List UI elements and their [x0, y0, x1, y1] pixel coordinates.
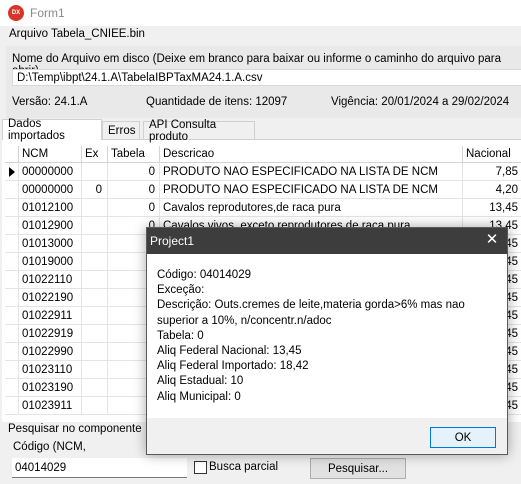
codigo-label: Código (NCM, — [13, 441, 86, 453]
dialog-line: Aliq Municipal: 0 — [157, 390, 241, 403]
row-indicator-cell — [5, 379, 19, 397]
cell-descricao[interactable]: Cavalos reprodutores,de raca pura — [160, 199, 463, 217]
cell-ncm[interactable]: 01022911 — [19, 307, 82, 325]
dialog-line: Aliq Federal Importado: 18,42 — [157, 360, 309, 373]
dialog-line: Código: 04014029 — [157, 269, 251, 281]
dialog-line: Aliq Estadual: 10 — [157, 375, 244, 388]
tab-erros[interactable]: Erros — [102, 121, 140, 139]
row-indicator-cell — [5, 163, 19, 181]
cell-ncm[interactable]: 01022990 — [19, 343, 82, 361]
cell-ex[interactable] — [82, 289, 108, 307]
column-header-descricao[interactable]: Descricao — [160, 146, 463, 163]
pesquisar-button[interactable]: Pesquisar... — [310, 458, 406, 479]
window-title: Form1 — [30, 6, 65, 20]
grid-corner — [5, 146, 19, 163]
cell-ex[interactable] — [82, 199, 108, 217]
cell-ex[interactable] — [82, 163, 108, 181]
cell-tabela[interactable]: 0 — [108, 199, 160, 217]
tab-dados-importados[interactable]: Dados importados — [2, 118, 102, 142]
row-indicator-cell — [5, 199, 19, 217]
cell-ncm[interactable]: 01022919 — [19, 325, 82, 343]
window-titlebar — [0, 0, 521, 26]
cell-ex[interactable] — [82, 253, 108, 271]
dialog-line: Aliq Federal Nacional: 13,45 — [157, 345, 302, 358]
dialog-message: Código: 04014029 Exceção: Descrição: Out… — [157, 268, 497, 405]
search-group-label: Pesquisar no componente — [8, 423, 142, 435]
table-row[interactable]: 01012100 0 Cavalos reprodutores,de raca pu… — [5, 199, 521, 217]
column-header-nacional[interactable]: Nacional — [463, 146, 521, 163]
dialog-line: Exceção: — [157, 284, 205, 297]
row-indicator-cell — [5, 307, 19, 325]
cell-nacional[interactable]: 4,20 — [463, 181, 521, 199]
row-indicator-cell — [5, 181, 19, 199]
cell-ncm[interactable]: 01022110 — [19, 271, 82, 289]
busca-parcial-checkbox[interactable] — [194, 461, 207, 474]
cell-ex[interactable] — [82, 325, 108, 343]
codigo-input[interactable] — [12, 458, 187, 478]
versao-label: Versão: 24.1.A — [12, 96, 88, 108]
row-indicator-cell — [5, 253, 19, 271]
cell-ex[interactable] — [82, 307, 108, 325]
column-header-ex[interactable]: Ex — [82, 146, 108, 163]
cell-ncm[interactable]: 01012900 — [19, 217, 82, 235]
cell-tabela[interactable]: 0 — [108, 163, 160, 181]
dialog-title: Project1 — [150, 234, 195, 248]
cell-ncm[interactable]: 01019000 — [19, 253, 82, 271]
cell-descricao[interactable]: PRODUTO NAO ESPECIFICADO NA LISTA DE NCM — [160, 163, 463, 181]
row-indicator-cell — [5, 325, 19, 343]
table-row[interactable]: 00000000 0 PRODUTO NAO ESPECIFICADO NA LIS… — [5, 163, 521, 181]
cell-ex[interactable] — [82, 235, 108, 253]
row-indicator-cell — [5, 289, 19, 307]
quantidade-label: Quantidade de itens: 12097 — [146, 96, 288, 108]
cell-ex[interactable] — [82, 361, 108, 379]
cell-ncm[interactable]: 01022190 — [19, 289, 82, 307]
cell-nacional[interactable]: 13,45 — [463, 199, 521, 217]
file-path-input[interactable] — [12, 69, 521, 86]
row-indicator-cell — [5, 235, 19, 253]
cell-tabela[interactable]: 0 — [108, 181, 160, 199]
cell-nacional[interactable]: 7,85 — [463, 163, 521, 181]
cell-ex[interactable] — [82, 397, 108, 415]
cell-ncm[interactable]: 01012100 — [19, 199, 82, 217]
current-row-icon — [9, 166, 15, 177]
cell-ncm[interactable]: 00000000 — [19, 181, 82, 199]
cell-ncm[interactable]: 00000000 — [19, 163, 82, 181]
table-row[interactable]: 00000000 0 0 PRODUTO NAO ESPECIFICADO NA LI… — [5, 181, 521, 199]
cell-ex[interactable]: 0 — [82, 181, 108, 199]
cell-ncm[interactable]: 01013000 — [19, 235, 82, 253]
column-header-ncm[interactable]: NCM — [19, 146, 82, 163]
column-header-tabela[interactable]: Tabela — [108, 146, 160, 163]
cell-ex[interactable] — [82, 217, 108, 235]
dialog-line: Tabela: 0 — [157, 329, 204, 342]
row-indicator-cell — [5, 343, 19, 361]
close-icon[interactable]: ✕ — [484, 231, 500, 248]
busca-parcial-label: Busca parcial — [209, 461, 279, 473]
app-icon: DX — [8, 5, 24, 21]
cell-ncm[interactable]: 01023110 — [19, 361, 82, 379]
row-indicator-cell — [5, 361, 19, 379]
row-indicator-cell — [5, 397, 19, 415]
section-label: Arquivo Tabela_CNIEE.bin — [9, 28, 145, 40]
ok-button[interactable]: OK — [430, 427, 496, 448]
cell-ncm[interactable]: 01023911 — [19, 397, 82, 415]
dialog-line: Descrição: Outs.cremes de leite,materia … — [157, 299, 465, 327]
cell-ex[interactable] — [82, 379, 108, 397]
cell-descricao[interactable]: PRODUTO NAO ESPECIFICADO NA LISTA DE NCM — [160, 181, 463, 199]
cell-ncm[interactable]: 01023190 — [19, 379, 82, 397]
row-indicator-cell — [5, 271, 19, 289]
tab-api-consulta[interactable]: API Consulta produto — [143, 119, 255, 143]
row-indicator-cell — [5, 217, 19, 235]
dialog-titlebar — [147, 228, 507, 254]
cell-ex[interactable] — [82, 343, 108, 361]
vigencia-label: Vigência: 20/01/2024 a 29/02/2024 — [331, 96, 510, 108]
cell-ex[interactable] — [82, 271, 108, 289]
